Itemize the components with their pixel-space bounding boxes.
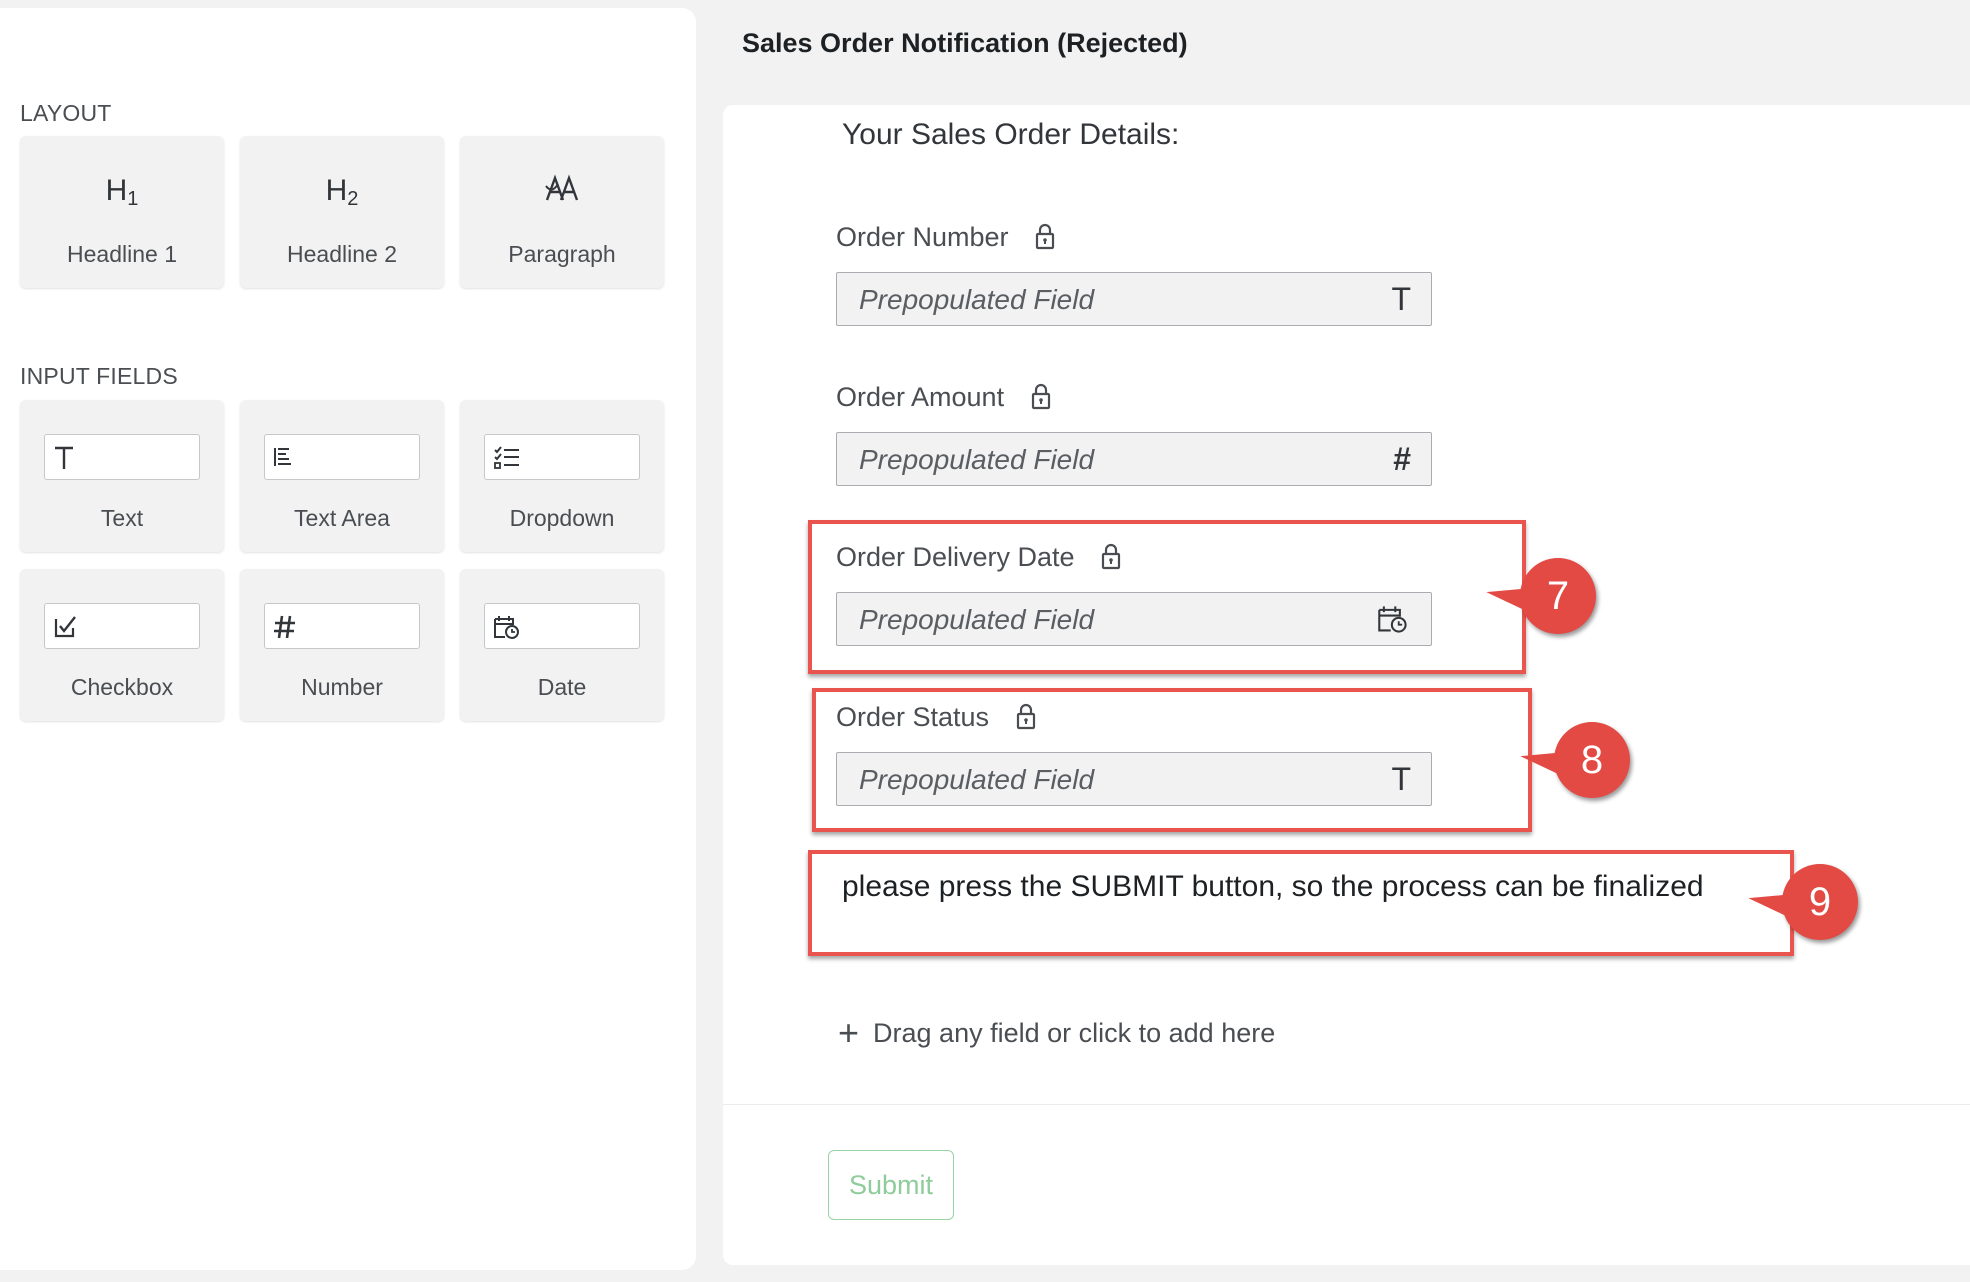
palette-date[interactable]: Date [460, 569, 664, 721]
palette-text-area[interactable]: Text Area [240, 400, 444, 552]
add-field-area[interactable]: + Drag any field or click to add here [838, 1012, 1275, 1054]
field-placeholder: Prepopulated Field [859, 284, 1095, 315]
input-fields-section-title: INPUT FIELDS [20, 363, 178, 389]
callout-8: 8 [1554, 722, 1630, 798]
date-field-mock [484, 603, 640, 649]
checkbox-icon [54, 616, 76, 638]
palette-item-label: Headline 1 [67, 241, 177, 267]
form-divider [723, 1104, 1970, 1105]
order-amount-field[interactable]: Prepopulated Field # [836, 432, 1432, 486]
text-field-mock [44, 434, 200, 480]
palette-item-label: Checkbox [70, 674, 174, 700]
palette-number[interactable]: Number [240, 569, 444, 721]
highlight-box-8 [812, 688, 1532, 832]
field-placeholder: Prepopulated Field [859, 444, 1095, 475]
headline-2-icon: H2 [325, 174, 359, 210]
palette-item-label: Paragraph [508, 241, 616, 267]
form-title: Sales Order Notification (Rejected) [742, 28, 1188, 58]
number-icon: # [1393, 441, 1411, 477]
number-icon [274, 615, 295, 639]
date-icon [494, 616, 519, 639]
checkbox-field-mock [44, 603, 200, 649]
highlight-box-7 [808, 520, 1526, 674]
order-number-field[interactable]: Prepopulated Field T [836, 272, 1432, 326]
plus-icon: + [838, 1012, 860, 1053]
dropdown-icon [494, 446, 519, 469]
details-heading[interactable]: Your Sales Order Details: [842, 118, 1179, 152]
paragraph-icon [460, 174, 664, 212]
palette-text[interactable]: Text [20, 400, 224, 552]
field-label-text: Order Amount [836, 382, 1005, 412]
palette-item-label: Dropdown [509, 505, 615, 531]
component-palette: LAYOUT H1 Headline 1 H2 Headline 2 Parag… [0, 8, 696, 1270]
lock-icon [1030, 382, 1052, 417]
palette-item-label: Headline 2 [287, 241, 397, 267]
palette-item-label: Number [301, 674, 383, 700]
palette-item-label: Text Area [294, 505, 390, 531]
highlight-box-9 [808, 850, 1794, 956]
callout-9: 9 [1782, 864, 1858, 940]
submit-button[interactable]: Submit [828, 1150, 954, 1220]
lock-icon [1034, 222, 1056, 257]
callout-7: 7 [1520, 558, 1596, 634]
text-area-field-mock [264, 434, 420, 480]
palette-paragraph[interactable]: Paragraph [460, 136, 664, 288]
text-icon: T [1391, 281, 1411, 317]
field-label-text: Order Number [836, 222, 1009, 252]
palette-item-label: Text [100, 505, 144, 531]
palette-item-label: Date [537, 674, 587, 700]
number-field-mock [264, 603, 420, 649]
palette-headline-1[interactable]: H1 Headline 1 [20, 136, 224, 288]
palette-headline-2[interactable]: H2 Headline 2 [240, 136, 444, 288]
add-field-hint: Drag any field or click to add here [873, 1018, 1276, 1048]
palette-checkbox[interactable]: Checkbox [20, 569, 224, 721]
headline-1-icon: H1 [105, 174, 139, 210]
text-area-icon [274, 448, 291, 466]
palette-dropdown[interactable]: Dropdown [460, 400, 664, 552]
text-icon [55, 446, 73, 469]
order-number-label: Order Number [836, 222, 1056, 257]
dropdown-field-mock [484, 434, 640, 480]
order-amount-label: Order Amount [836, 382, 1052, 417]
layout-section-title: LAYOUT [20, 100, 112, 126]
